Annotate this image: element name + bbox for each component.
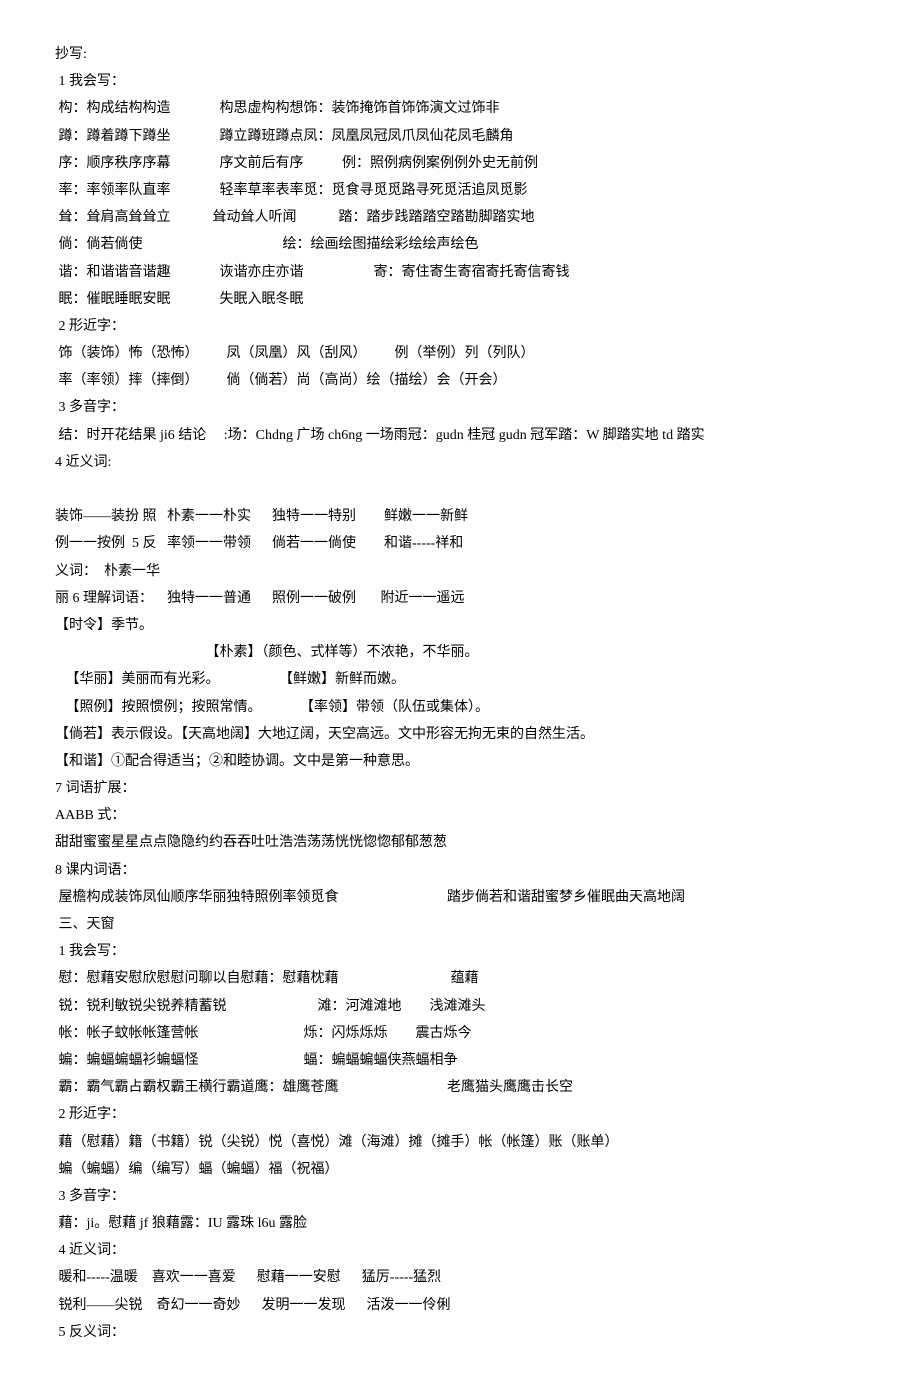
text-line: 率（率领）摔（摔倒） 倘（倘若）尚（高尚）绘（描绘）会（开会） [55, 368, 865, 393]
text-line: 率：率领率队直率 轻率草率表率觅：觅食寻觅觅路寻死觅活追凤觅影 [55, 178, 865, 203]
text-line: 3 多音字： [55, 395, 865, 420]
text-line: 义词： 朴素一华 [55, 559, 865, 584]
text-line: 2 形近字： [55, 314, 865, 339]
text-line: 1 我会写： [55, 939, 865, 964]
text-line: 暖和-----温暖 喜欢一一喜爱 慰藉一一安慰 猛厉-----猛烈 [55, 1265, 865, 1290]
text-line: 锐利——尖锐 奇幻一一奇妙 发明一一发现 活泼一一伶俐 [55, 1293, 865, 1318]
text-line: 例一一按例 5 反 率领一一带领 倘若一一倘使 和谐-----祥和 [55, 531, 865, 556]
text-line: 霸：霸气霸占霸权霸王横行霸道鹰：雄鹰苍鹰 老鹰猫头鹰鹰击长空 [55, 1075, 865, 1100]
text-line: 眠：催眠睡眠安眠 失眠入眠冬眠 [55, 287, 865, 312]
text-line: 丽 6 理解词语： 独特一一普通 照例一一破例 附近一一遥远 [55, 586, 865, 611]
text-line: 2 形近字： [55, 1102, 865, 1127]
text-line: 倘：倘若倘使 绘：绘画绘图描绘彩绘绘声绘色 [55, 232, 865, 257]
text-line: 1 我会写： [55, 69, 865, 94]
text-line [55, 477, 865, 502]
text-line: 慰：慰藉安慰欣慰慰问聊以自慰藉：慰藉枕藉 蕴藉 [55, 966, 865, 991]
text-line: 耸：耸肩高耸耸立 耸动耸人听闻 踏：踏步践踏踏空踏勘脚踏实地 [55, 205, 865, 230]
text-line: AABB 式： [55, 803, 865, 828]
text-line: 构：构成结构构造 构思虚构构想饰：装饰掩饰首饰饰演文过饰非 [55, 96, 865, 121]
text-line: 屋檐构成装饰凤仙顺序华丽独特照例率领觅食 踏步倘若和谐甜蜜梦乡催眠曲天高地阔 [55, 885, 865, 910]
text-line: 【和谐】①配合得适当；②和睦协调。文中是第一种意思。 [55, 749, 865, 774]
text-line: 抄写: [55, 42, 865, 67]
text-line: 装饰——装扮 照 朴素一一朴实 独特一一特别 鲜嫩一一新鲜 [55, 504, 865, 529]
text-line: 帐：帐子蚊帐帐篷营帐 烁：闪烁烁烁 震古烁今 [55, 1021, 865, 1046]
text-line: 藉（慰藉）籍（书籍）锐（尖锐）悦（喜悦）滩（海滩）摊（摊手）帐（帐篷）账（账单） [55, 1130, 865, 1155]
text-line: 饰（装饰）怖（恐怖） 凤（凤凰）风（刮风） 例（举例）列（列队） [55, 341, 865, 366]
text-line: 【朴素】（颜色、式样等）不浓艳，不华丽。 [55, 640, 865, 665]
text-line: 8 课内词语： [55, 858, 865, 883]
text-line: 蹲：蹲着蹲下蹲坐 蹲立蹲班蹲点凤：凤凰凤冠凤爪凤仙花凤毛麟角 [55, 124, 865, 149]
text-line: 蝙：蝙蝠蝙蝠衫蝙蝠怪 蝠：蝙蝠蝙蝠侠燕蝠相争 [55, 1048, 865, 1073]
text-line: 【时令】季节。 [55, 613, 865, 638]
text-line: 4 近义词： [55, 1238, 865, 1263]
text-line: 三、天窗 [55, 912, 865, 937]
text-line: 锐：锐利敏锐尖锐养精蓄锐 滩：河滩滩地 浅滩滩头 [55, 994, 865, 1019]
text-line: 7 词语扩展： [55, 776, 865, 801]
text-line: 【华丽】美丽而有光彩。 【鲜嫩】新鲜而嫩。 [55, 667, 865, 692]
text-line: 【倘若】表示假设。【天高地阔】大地辽阔，天空高远。文中形容无拘无束的自然生活。 [55, 722, 865, 747]
text-line: 谐：和谐谐音谐趣 诙谐亦庄亦谐 寄：寄住寄生寄宿寄托寄信寄钱 [55, 260, 865, 285]
text-line: 4 近义词: [55, 450, 865, 475]
text-line: 5 反义词： [55, 1320, 865, 1345]
text-line: 结：时开花结果 ji6 结论 :场：Chdng 广场 ch6ng 一场雨冠：gu… [55, 423, 865, 448]
text-line: 序：顺序秩序序幕 序文前后有序 例：照例病例案例例外史无前例 [55, 151, 865, 176]
text-line: 藉：ji。慰藉 jf 狼藉露：IU 露珠 l6u 露脸 [55, 1211, 865, 1236]
text-line: 【照例】按照惯例；按照常情。 【率领】带领（队伍或集体）。 [55, 695, 865, 720]
text-line: 甜甜蜜蜜星星点点隐隐约约吞吞吐吐浩浩荡荡恍恍惚惚郁郁葱葱 [55, 830, 865, 855]
text-line: 蝙（蝙蝠）编（编写）蝠（蝙蝠）福（祝福） [55, 1157, 865, 1182]
text-line: 3 多音字： [55, 1184, 865, 1209]
